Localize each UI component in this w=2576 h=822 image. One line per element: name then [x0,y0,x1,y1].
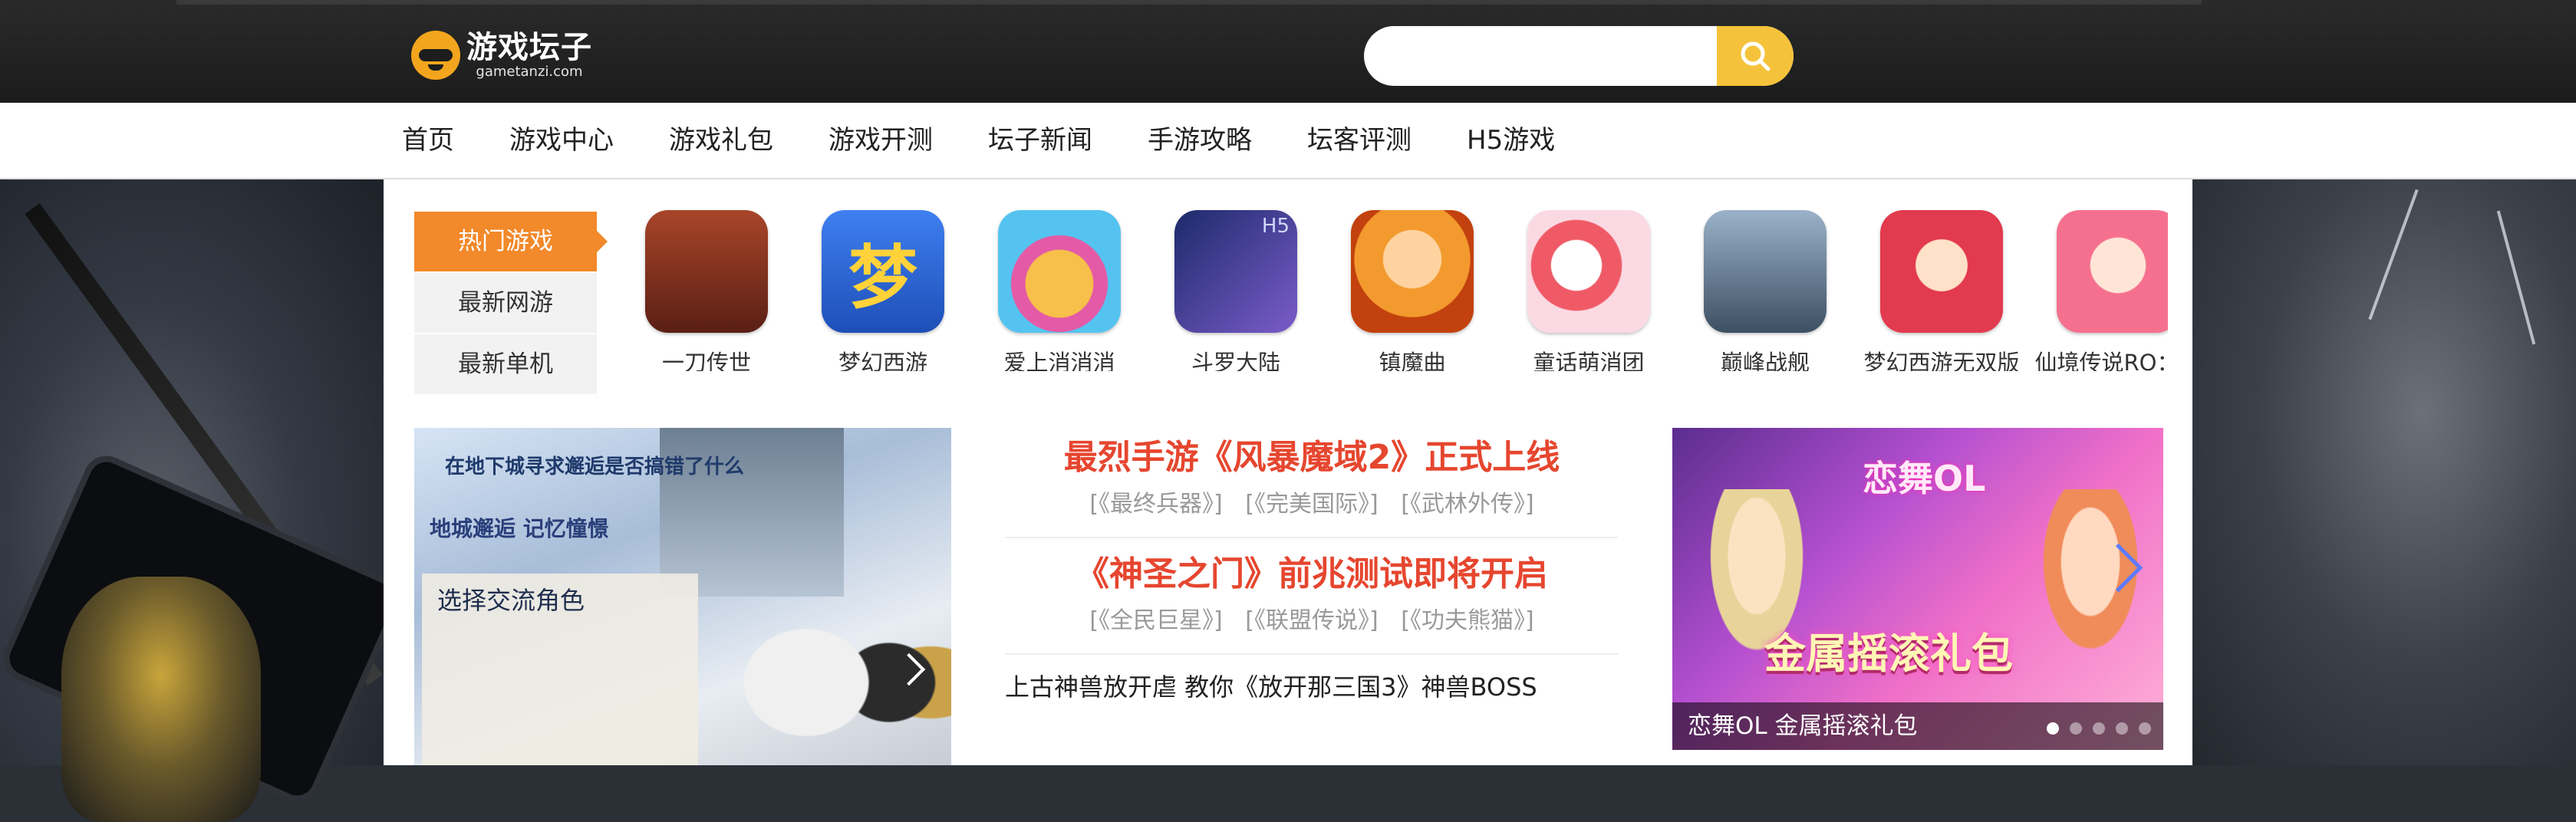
main-panel: 热门游戏 最新网游 最新单机 一刀传世 梦 梦幻西游 爱上消消消 H5 斗罗大陆… [384,179,2192,765]
game-icon [1351,210,1474,333]
game-icon [1704,210,1827,333]
banner-title: 在地下城寻求邂逅是否搞错了什么 [445,455,745,478]
news-sublink[interactable]: [《功夫熊猫》] [1401,607,1533,634]
game-item[interactable]: 一刀传世 [618,210,795,371]
browser-edge [176,0,2202,5]
game-category-tabs: 热门游戏 最新网游 最新单机 [414,212,608,396]
background-warrior [61,577,261,822]
search-button[interactable] [1717,26,1794,86]
game-name: 童话萌消团 [1533,350,1645,371]
game-icon [645,210,768,333]
logo-domain: gametanzi.com [476,64,583,80]
main-nav: 首页 游戏中心 游戏礼包 游戏开测 坛子新闻 手游攻略 坛客评测 H5游戏 [0,103,2576,179]
slider-dot[interactable] [2093,722,2105,735]
slider-caption[interactable]: 恋舞OL 金属摇滚礼包 [1688,702,1918,750]
game-name: 一刀传世 [661,350,751,371]
background-art-left [0,178,407,822]
nav-item-reviews[interactable]: 坛客评测 [1307,103,1412,178]
tab-new-online-games[interactable]: 最新网游 [414,273,597,333]
game-name: 梦幻西游 [838,350,927,371]
news-sublink[interactable]: [《全民巨星》] [1089,607,1222,634]
news-sublink[interactable]: [《完美国际》] [1245,491,1378,518]
news-headline[interactable]: 最烈手游《风暴魔域2》正式上线 [1005,432,1619,483]
search-input[interactable] [1364,26,1717,86]
game-name: 斗罗大陆 [1191,350,1280,371]
featured-game-banner[interactable]: 在地下城寻求邂逅是否搞错了什么 地城邂逅 记忆憧憬 选择交流角色 [414,428,951,765]
slider-dots [2036,722,2151,735]
banner-panel-title: 选择交流角色 [437,586,585,615]
slider-character [2018,489,2163,696]
banner-characters [744,558,951,765]
background-lightning [2368,189,2419,321]
nav-item-mobile-guides[interactable]: 手游攻略 [1148,103,1252,178]
slider-dot[interactable] [2070,722,2082,735]
background-lightning [2496,210,2536,345]
news-item[interactable]: 上古神兽放开虐 教你《放开那三国3》神兽BOSS [1005,666,1619,709]
news-headline[interactable]: 《神圣之门》前兆测试即将开启 [1005,549,1619,600]
banner-subtitle: 地城邂逅 记忆憧憬 [430,516,609,541]
game-name: 梦幻西游无双版 [1863,350,2020,371]
game-item[interactable]: 巅峰战舰 [1677,210,1853,371]
background-art-right [2192,178,2576,765]
divider [1005,653,1619,655]
game-item[interactable]: 梦 梦幻西游 [795,210,971,371]
game-icon: 梦 [822,210,944,333]
news-sublinks: [《全民巨星》] [《联盟传说》] [《功夫熊猫》] [1005,600,1619,643]
slider-promo-text: 金属摇滚礼包 [1764,630,2013,678]
divider [1005,537,1619,538]
nav-item-game-center[interactable]: 游戏中心 [509,103,614,178]
nav-item-news[interactable]: 坛子新闻 [988,103,1092,178]
search-icon [1741,41,1771,71]
game-name: 镇魔曲 [1379,350,1446,371]
game-name: 巅峰战舰 [1720,350,1810,371]
game-item[interactable]: 镇魔曲 [1324,210,1500,371]
game-item[interactable]: H5 斗罗大陆 [1148,210,1324,371]
game-item[interactable]: 仙境传说RO：守 [2030,210,2168,371]
top-header: 游戏坛子 gametanzi.com [0,0,2576,103]
slider-dot[interactable] [2116,722,2128,735]
slider-game-logo: 恋舞OL [1863,458,1986,499]
news-sublink[interactable]: [《联盟传说》] [1245,607,1378,634]
game-icon [1880,210,2003,333]
game-icon [2057,210,2168,333]
nav-item-gift-packs[interactable]: 游戏礼包 [669,103,773,178]
game-name: 爱上消消消 [1003,350,1115,371]
nav-item-game-tests[interactable]: 游戏开测 [828,103,933,178]
tab-hot-games[interactable]: 热门游戏 [414,212,608,271]
slider-dot[interactable] [2047,722,2059,735]
game-icon: H5 [1174,210,1297,333]
news-list: 最烈手游《风暴魔域2》正式上线 [《最终兵器》] [《完美国际》] [《武林外传… [1005,432,1619,709]
game-icon [1527,210,1650,333]
news-sublinks: [《最终兵器》] [《完美国际》] [《武林外传》] [1005,483,1619,526]
game-item[interactable]: 童话萌消团 [1500,210,1677,371]
news-sublink[interactable]: [《最终兵器》] [1089,491,1222,518]
search-box [1364,26,1794,86]
game-name: 仙境传说RO：守 [2034,350,2169,371]
game-item[interactable]: 梦幻西游无双版 [1853,210,2030,371]
logo-text: 游戏坛子 gametanzi.com [466,31,592,80]
nav-item-h5-games[interactable]: H5游戏 [1467,103,1555,178]
game-list: 一刀传世 梦 梦幻西游 爱上消消消 H5 斗罗大陆 镇魔曲 童话萌消团 巅峰战舰 [618,210,2168,371]
slider-dot[interactable] [2139,722,2151,735]
mascot-icon [411,31,460,80]
game-icon [998,210,1121,333]
news-sublink[interactable]: [《武林外传》] [1401,491,1533,518]
nav-item-home[interactable]: 首页 [402,103,454,178]
site-logo[interactable]: 游戏坛子 gametanzi.com [411,26,592,84]
game-item[interactable]: 爱上消消消 [971,210,1148,371]
tab-new-single-games[interactable]: 最新单机 [414,334,597,394]
h5-badge: H5 [1261,215,1290,238]
promo-slider[interactable]: 恋舞OL 金属摇滚礼包 恋舞OL 金属摇滚礼包 [1672,428,2163,750]
logo-chinese: 游戏坛子 [466,30,592,65]
